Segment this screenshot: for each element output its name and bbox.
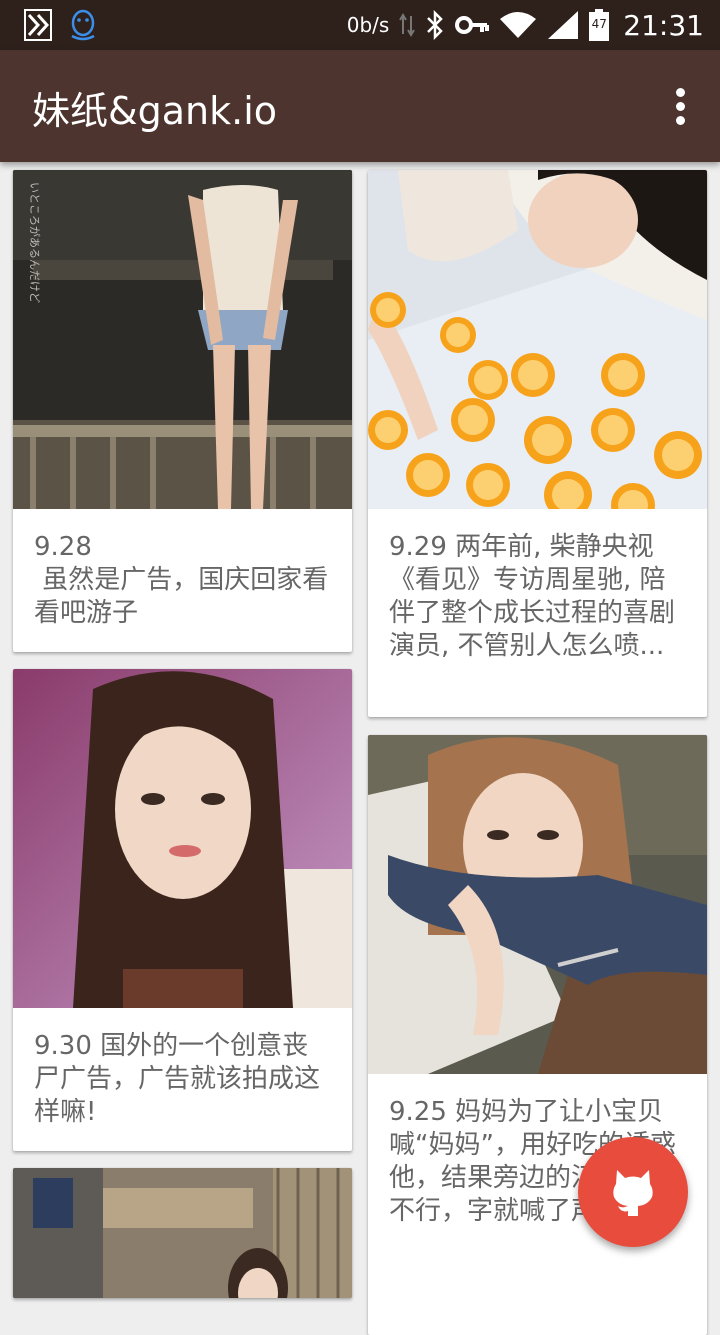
qq-icon: [71, 9, 95, 41]
card-caption: 9.30 国外的一个创意丧尸广告，广告就该拍成这样嘛!: [34, 1031, 321, 1127]
data-arrows-icon: [399, 13, 416, 37]
signal-icon: [548, 11, 579, 39]
photo-thumbnail[interactable]: [13, 1168, 352, 1298]
photo-thumbnail[interactable]: [13, 669, 352, 1008]
feed-card[interactable]: [13, 1168, 352, 1298]
net-speed: 0b/s: [346, 13, 390, 37]
card-caption: 9.28 虽然是广告，国庆回家看看吧游子: [34, 532, 329, 628]
status-icons: 0b/s 47 21:31: [347, 0, 704, 50]
wifi-icon: [500, 12, 537, 38]
status-clock: 21:31: [623, 8, 704, 42]
feed-card[interactable]: 9.29 两年前, 柴静央视《看见》专访周星驰, 陪伴了整个成长过程的喜剧演员,…: [368, 170, 707, 717]
github-fab-button[interactable]: [578, 1137, 688, 1247]
feed-card[interactable]: いところがあるんだけど 9.28 虽然是广告，国庆回家看看吧游子: [13, 170, 352, 652]
more-vert-icon[interactable]: [670, 88, 690, 128]
app-notification-icon: [24, 9, 52, 41]
feed-card[interactable]: 9.25 妈妈为了让小宝贝喊“妈妈”，用好吃的诱惑他，结果旁边的汪汪急得不行，字…: [368, 735, 707, 1335]
vpn-key-icon: [455, 16, 490, 34]
svg-text:いところがあるんだけど: いところがあるんだけど: [28, 182, 42, 303]
photo-thumbnail[interactable]: いところがあるんだけど: [13, 170, 352, 509]
app-title: 妹纸&gank.io: [32, 89, 278, 133]
feed-card[interactable]: 9.30 国外的一个创意丧尸广告，广告就该拍成这样嘛!: [13, 669, 352, 1151]
photo-thumbnail[interactable]: [368, 170, 707, 509]
battery-level: 47: [591, 17, 607, 31]
card-caption: 9.29 两年前, 柴静央视《看见》专访周星驰, 陪伴了整个成长过程的喜剧演员,…: [389, 532, 676, 661]
bluetooth-icon: [427, 10, 444, 40]
battery-icon: 47: [589, 9, 610, 41]
app-toolbar: 妹纸&gank.io: [0, 50, 720, 162]
github-octocat-icon: [613, 1170, 653, 1216]
photo-thumbnail[interactable]: [368, 735, 707, 1074]
status-bar: 0b/s 47 21:31: [0, 0, 720, 50]
